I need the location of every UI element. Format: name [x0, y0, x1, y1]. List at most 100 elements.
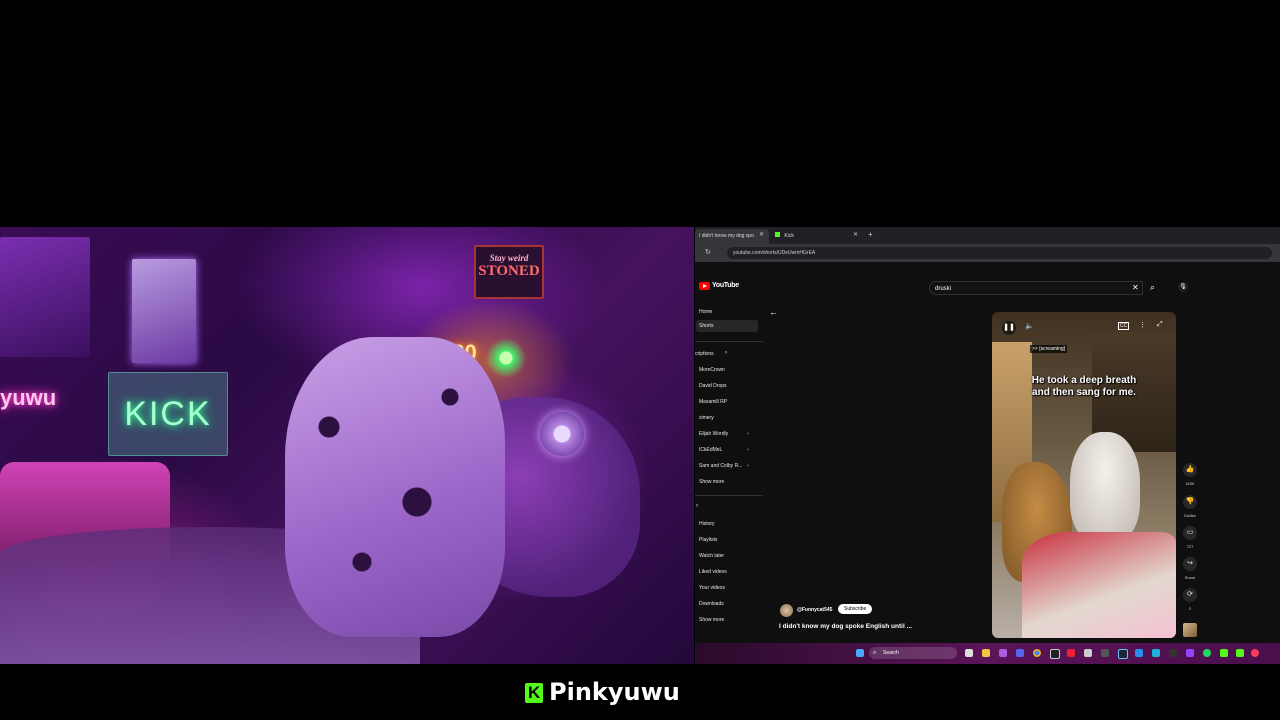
sidebar-channel[interactable]: Sam and Colby R... [699, 463, 742, 469]
chevron-right-icon: › [725, 350, 727, 356]
youtube-logo-text[interactable]: YouTube [712, 282, 739, 289]
screen-capture: I didn't know my dog spo ✕ Kick ✕ + ↻ yo… [695, 227, 1280, 664]
sidebar-item-your-videos[interactable]: Your videos [699, 585, 725, 591]
volume-icon[interactable]: 🔈 [1025, 322, 1034, 330]
live-dot-icon: • [747, 431, 749, 437]
task-view-icon[interactable] [965, 649, 973, 657]
tab-close-icon[interactable]: ✕ [853, 231, 858, 238]
kick-logo-letter: K [528, 683, 541, 702]
dislike-button[interactable]: 👎 [1183, 495, 1197, 509]
remix-button[interactable]: ⟳ [1183, 588, 1197, 602]
wall-art-canvas [132, 259, 196, 363]
comment-icon: ▭ [1186, 529, 1194, 536]
sidebar-item-downloads[interactable]: Downloads [699, 601, 724, 607]
sidebar-item-shorts[interactable]: Shorts [699, 323, 713, 329]
comments-count: 727 [1186, 544, 1194, 549]
remix-count: 2 [1188, 606, 1192, 611]
channel-avatar[interactable] [780, 604, 793, 617]
sidebar-item-watch-later[interactable]: Watch later [699, 553, 724, 559]
clear-search-icon[interactable]: ✕ [1132, 283, 1139, 292]
app-icon[interactable] [1251, 649, 1259, 657]
neon-leaf [486, 337, 526, 379]
sidebar-show-more[interactable]: Show more [699, 617, 724, 623]
start-icon[interactable] [856, 649, 864, 657]
back-arrow-icon[interactable]: ← [769, 307, 778, 317]
app-icon[interactable] [1186, 649, 1194, 657]
search-icon[interactable]: ⌕ [1150, 282, 1155, 293]
sidebar-channel[interactable]: Maxamill RP [699, 399, 727, 405]
tab-kick[interactable]: Kick [771, 229, 865, 244]
more-options-icon[interactable]: ⋮ [1139, 321, 1146, 329]
app-icon[interactable] [1220, 649, 1228, 657]
sidebar-show-more[interactable]: Show more [699, 479, 724, 485]
share-button[interactable]: ↪ [1183, 557, 1197, 571]
chevron-right-icon[interactable]: › [696, 503, 698, 509]
shorts-player[interactable]: ❚❚ 🔈 CC ⋮ ⤢ >> [screaming] He took a dee… [992, 312, 1176, 638]
search-input[interactable]: druski [929, 281, 1143, 295]
sidebar-subscriptions-heading[interactable]: criptions [695, 351, 714, 357]
youtube-masthead: YouTube druski ✕ ⌕ 🎙 [695, 277, 1280, 299]
spotify-icon[interactable] [1203, 649, 1211, 657]
share-icon: ↪ [1187, 560, 1193, 567]
sidebar-channel[interactable]: ICkEdMeL [699, 447, 722, 453]
sidebar-item-playlists[interactable]: Playlists [699, 537, 717, 543]
blanket [1022, 532, 1176, 638]
caption-line-2: and then sang for me. [1032, 387, 1136, 398]
kick-logo-icon: K [525, 683, 543, 703]
poster-top-text: Stay weird [489, 253, 529, 263]
sidebar-item-liked-videos[interactable]: Liked videos [699, 569, 727, 575]
fullscreen-icon[interactable]: ⤢ [1157, 321, 1163, 329]
app-icon[interactable] [1084, 649, 1092, 657]
file-explorer-icon[interactable] [982, 649, 990, 657]
live-dot-icon: • [747, 447, 749, 453]
comments-button[interactable]: ▭ [1183, 526, 1197, 540]
browser-tab-bar: I didn't know my dog spo ✕ Kick ✕ + [695, 227, 1280, 244]
poster-stoned: Stay weird STONED [474, 245, 544, 299]
steam-icon[interactable] [1118, 649, 1128, 659]
sidebar-item-home[interactable]: Home [699, 309, 712, 315]
tab-close-icon[interactable]: ✕ [759, 231, 764, 238]
caption-line-1: He took a deep breath [1031, 375, 1137, 386]
like-count: 163K [1185, 481, 1195, 486]
app-icon[interactable] [1101, 649, 1109, 657]
youtube-logo-icon[interactable] [699, 282, 710, 290]
address-bar: ↻ youtube.com/shorts/UDeUwmHGrEA [695, 244, 1280, 262]
remix-icon: ⟳ [1187, 591, 1193, 598]
sidebar-channel[interactable]: Elijah Wordly [699, 431, 728, 437]
tab-label: Kick [784, 233, 794, 239]
sidebar-channel[interactable]: David Drops [699, 383, 727, 389]
sidebar-item-history[interactable]: History [699, 521, 715, 527]
divider [695, 341, 763, 342]
channel-name[interactable]: @Funnycat545 [797, 607, 832, 613]
url-field[interactable]: youtube.com/shorts/UDeUwmHGrEA [727, 247, 1272, 259]
app-icon[interactable] [999, 649, 1007, 657]
reload-icon[interactable]: ↻ [705, 248, 711, 256]
app-icon[interactable] [1169, 649, 1177, 657]
microphone-icon[interactable]: 🎙 [1178, 282, 1188, 292]
subscribe-button[interactable]: Subscribe [838, 604, 873, 614]
like-button[interactable]: 👍 [1183, 463, 1197, 477]
sidebar-channel[interactable]: MoreCrown [699, 367, 725, 373]
sound-thumbnail[interactable] [1183, 623, 1197, 637]
taskbar-search[interactable]: ⌕ Search [869, 647, 957, 659]
sidebar-channel[interactable]: zimery [699, 415, 714, 421]
chrome-icon[interactable] [1033, 649, 1041, 657]
sidebar: Home Shorts criptions › MoreCrown David … [695, 305, 765, 641]
pause-icon[interactable]: ❚❚ [1002, 321, 1016, 335]
taskbar-search-label: Search [883, 650, 899, 656]
person-blanket [285, 337, 505, 637]
headphone [540, 412, 584, 456]
captions-icon[interactable]: CC [1118, 322, 1130, 330]
new-tab-icon[interactable]: + [868, 230, 873, 239]
discord-icon[interactable] [1016, 649, 1024, 657]
app-icon[interactable] [1050, 649, 1060, 659]
dog-chihuahua [1070, 432, 1140, 542]
app-icon[interactable] [1067, 649, 1075, 657]
app-icon[interactable] [1135, 649, 1143, 657]
dislike-label: Dislike [1184, 513, 1196, 518]
app-icon[interactable] [1152, 649, 1160, 657]
app-icon[interactable] [1236, 649, 1244, 657]
tab-youtube[interactable]: I didn't know my dog spo [695, 229, 769, 244]
kick-neon-sign: KICK [108, 372, 228, 456]
tab-label: I didn't know my dog spo [699, 233, 754, 239]
